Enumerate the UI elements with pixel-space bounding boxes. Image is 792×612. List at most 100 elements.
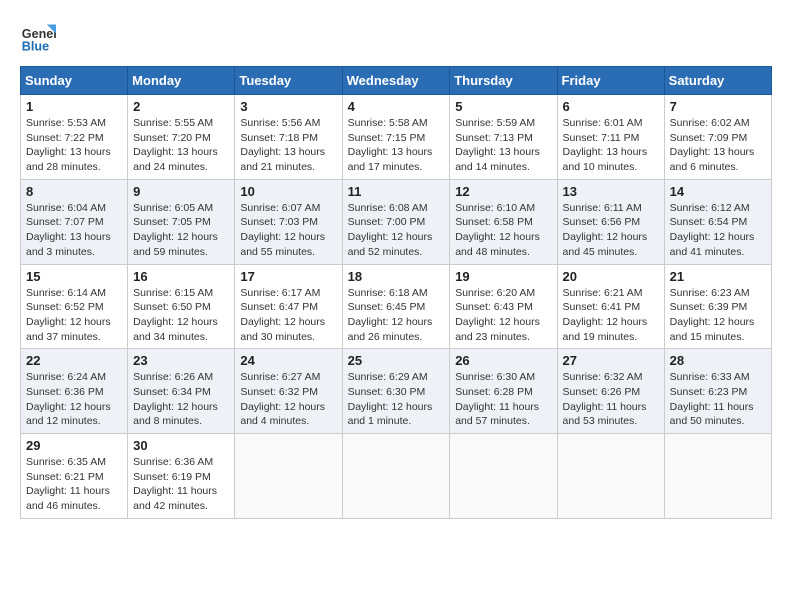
day-info: Sunrise: 6:04 AMSunset: 7:07 PMDaylight:… — [26, 202, 111, 258]
day-number: 16 — [133, 269, 229, 284]
table-row: 6 Sunrise: 6:01 AMSunset: 7:11 PMDayligh… — [557, 95, 664, 180]
day-number: 9 — [133, 184, 229, 199]
day-info: Sunrise: 6:08 AMSunset: 7:00 PMDaylight:… — [348, 202, 433, 258]
table-row: 26 Sunrise: 6:30 AMSunset: 6:28 PMDaylig… — [450, 349, 557, 434]
day-info: Sunrise: 6:10 AMSunset: 6:58 PMDaylight:… — [455, 202, 540, 258]
day-info: Sunrise: 6:17 AMSunset: 6:47 PMDaylight:… — [240, 287, 325, 343]
day-number: 25 — [348, 353, 445, 368]
calendar-week-row: 29 Sunrise: 6:35 AMSunset: 6:21 PMDaylig… — [21, 434, 772, 519]
logo-icon: General Blue — [20, 20, 56, 56]
day-info: Sunrise: 6:23 AMSunset: 6:39 PMDaylight:… — [670, 287, 755, 343]
table-row: 22 Sunrise: 6:24 AMSunset: 6:36 PMDaylig… — [21, 349, 128, 434]
empty-cell — [342, 434, 450, 519]
header-saturday: Saturday — [664, 67, 771, 95]
table-row: 16 Sunrise: 6:15 AMSunset: 6:50 PMDaylig… — [128, 264, 235, 349]
day-number: 7 — [670, 99, 766, 114]
day-number: 19 — [455, 269, 551, 284]
table-row: 14 Sunrise: 6:12 AMSunset: 6:54 PMDaylig… — [664, 179, 771, 264]
day-info: Sunrise: 6:15 AMSunset: 6:50 PMDaylight:… — [133, 287, 218, 343]
table-row: 5 Sunrise: 5:59 AMSunset: 7:13 PMDayligh… — [450, 95, 557, 180]
table-row: 30 Sunrise: 6:36 AMSunset: 6:19 PMDaylig… — [128, 434, 235, 519]
page-header: General Blue — [20, 20, 772, 56]
day-number: 22 — [26, 353, 122, 368]
day-info: Sunrise: 6:18 AMSunset: 6:45 PMDaylight:… — [348, 287, 433, 343]
day-info: Sunrise: 5:59 AMSunset: 7:13 PMDaylight:… — [455, 117, 540, 173]
calendar-week-row: 15 Sunrise: 6:14 AMSunset: 6:52 PMDaylig… — [21, 264, 772, 349]
day-info: Sunrise: 6:02 AMSunset: 7:09 PMDaylight:… — [670, 117, 755, 173]
day-info: Sunrise: 6:26 AMSunset: 6:34 PMDaylight:… — [133, 371, 218, 427]
day-info: Sunrise: 6:30 AMSunset: 6:28 PMDaylight:… — [455, 371, 539, 427]
header-wednesday: Wednesday — [342, 67, 450, 95]
day-number: 4 — [348, 99, 445, 114]
day-number: 17 — [240, 269, 336, 284]
day-number: 21 — [670, 269, 766, 284]
empty-cell — [664, 434, 771, 519]
day-info: Sunrise: 6:33 AMSunset: 6:23 PMDaylight:… — [670, 371, 754, 427]
day-info: Sunrise: 5:55 AMSunset: 7:20 PMDaylight:… — [133, 117, 218, 173]
day-number: 11 — [348, 184, 445, 199]
empty-cell — [235, 434, 342, 519]
table-row: 25 Sunrise: 6:29 AMSunset: 6:30 PMDaylig… — [342, 349, 450, 434]
day-number: 23 — [133, 353, 229, 368]
weekday-header-row: Sunday Monday Tuesday Wednesday Thursday… — [21, 67, 772, 95]
day-info: Sunrise: 5:56 AMSunset: 7:18 PMDaylight:… — [240, 117, 325, 173]
calendar-week-row: 22 Sunrise: 6:24 AMSunset: 6:36 PMDaylig… — [21, 349, 772, 434]
calendar-week-row: 8 Sunrise: 6:04 AMSunset: 7:07 PMDayligh… — [21, 179, 772, 264]
day-number: 28 — [670, 353, 766, 368]
day-info: Sunrise: 6:07 AMSunset: 7:03 PMDaylight:… — [240, 202, 325, 258]
logo: General Blue — [20, 20, 60, 56]
table-row: 1 Sunrise: 5:53 AMSunset: 7:22 PMDayligh… — [21, 95, 128, 180]
table-row: 8 Sunrise: 6:04 AMSunset: 7:07 PMDayligh… — [21, 179, 128, 264]
day-number: 3 — [240, 99, 336, 114]
day-info: Sunrise: 6:20 AMSunset: 6:43 PMDaylight:… — [455, 287, 540, 343]
day-number: 15 — [26, 269, 122, 284]
day-info: Sunrise: 6:14 AMSunset: 6:52 PMDaylight:… — [26, 287, 111, 343]
day-info: Sunrise: 6:01 AMSunset: 7:11 PMDaylight:… — [563, 117, 648, 173]
header-thursday: Thursday — [450, 67, 557, 95]
day-number: 12 — [455, 184, 551, 199]
day-info: Sunrise: 6:36 AMSunset: 6:19 PMDaylight:… — [133, 456, 217, 512]
header-tuesday: Tuesday — [235, 67, 342, 95]
table-row: 12 Sunrise: 6:10 AMSunset: 6:58 PMDaylig… — [450, 179, 557, 264]
svg-text:Blue: Blue — [22, 40, 49, 54]
day-number: 30 — [133, 438, 229, 453]
table-row: 21 Sunrise: 6:23 AMSunset: 6:39 PMDaylig… — [664, 264, 771, 349]
day-info: Sunrise: 6:12 AMSunset: 6:54 PMDaylight:… — [670, 202, 755, 258]
table-row: 24 Sunrise: 6:27 AMSunset: 6:32 PMDaylig… — [235, 349, 342, 434]
table-row: 3 Sunrise: 5:56 AMSunset: 7:18 PMDayligh… — [235, 95, 342, 180]
calendar-table: Sunday Monday Tuesday Wednesday Thursday… — [20, 66, 772, 519]
day-number: 24 — [240, 353, 336, 368]
day-number: 18 — [348, 269, 445, 284]
table-row: 28 Sunrise: 6:33 AMSunset: 6:23 PMDaylig… — [664, 349, 771, 434]
day-info: Sunrise: 6:11 AMSunset: 6:56 PMDaylight:… — [563, 202, 648, 258]
day-info: Sunrise: 5:53 AMSunset: 7:22 PMDaylight:… — [26, 117, 111, 173]
day-number: 1 — [26, 99, 122, 114]
table-row: 2 Sunrise: 5:55 AMSunset: 7:20 PMDayligh… — [128, 95, 235, 180]
day-number: 5 — [455, 99, 551, 114]
day-info: Sunrise: 6:05 AMSunset: 7:05 PMDaylight:… — [133, 202, 218, 258]
empty-cell — [557, 434, 664, 519]
header-friday: Friday — [557, 67, 664, 95]
day-info: Sunrise: 6:24 AMSunset: 6:36 PMDaylight:… — [26, 371, 111, 427]
table-row: 9 Sunrise: 6:05 AMSunset: 7:05 PMDayligh… — [128, 179, 235, 264]
day-number: 27 — [563, 353, 659, 368]
header-monday: Monday — [128, 67, 235, 95]
day-number: 29 — [26, 438, 122, 453]
day-number: 14 — [670, 184, 766, 199]
day-info: Sunrise: 6:32 AMSunset: 6:26 PMDaylight:… — [563, 371, 647, 427]
table-row: 19 Sunrise: 6:20 AMSunset: 6:43 PMDaylig… — [450, 264, 557, 349]
table-row: 20 Sunrise: 6:21 AMSunset: 6:41 PMDaylig… — [557, 264, 664, 349]
empty-cell — [450, 434, 557, 519]
day-number: 26 — [455, 353, 551, 368]
table-row: 13 Sunrise: 6:11 AMSunset: 6:56 PMDaylig… — [557, 179, 664, 264]
day-info: Sunrise: 6:27 AMSunset: 6:32 PMDaylight:… — [240, 371, 325, 427]
calendar-week-row: 1 Sunrise: 5:53 AMSunset: 7:22 PMDayligh… — [21, 95, 772, 180]
day-number: 2 — [133, 99, 229, 114]
header-sunday: Sunday — [21, 67, 128, 95]
table-row: 29 Sunrise: 6:35 AMSunset: 6:21 PMDaylig… — [21, 434, 128, 519]
table-row: 18 Sunrise: 6:18 AMSunset: 6:45 PMDaylig… — [342, 264, 450, 349]
day-number: 8 — [26, 184, 122, 199]
table-row: 11 Sunrise: 6:08 AMSunset: 7:00 PMDaylig… — [342, 179, 450, 264]
table-row: 4 Sunrise: 5:58 AMSunset: 7:15 PMDayligh… — [342, 95, 450, 180]
table-row: 7 Sunrise: 6:02 AMSunset: 7:09 PMDayligh… — [664, 95, 771, 180]
